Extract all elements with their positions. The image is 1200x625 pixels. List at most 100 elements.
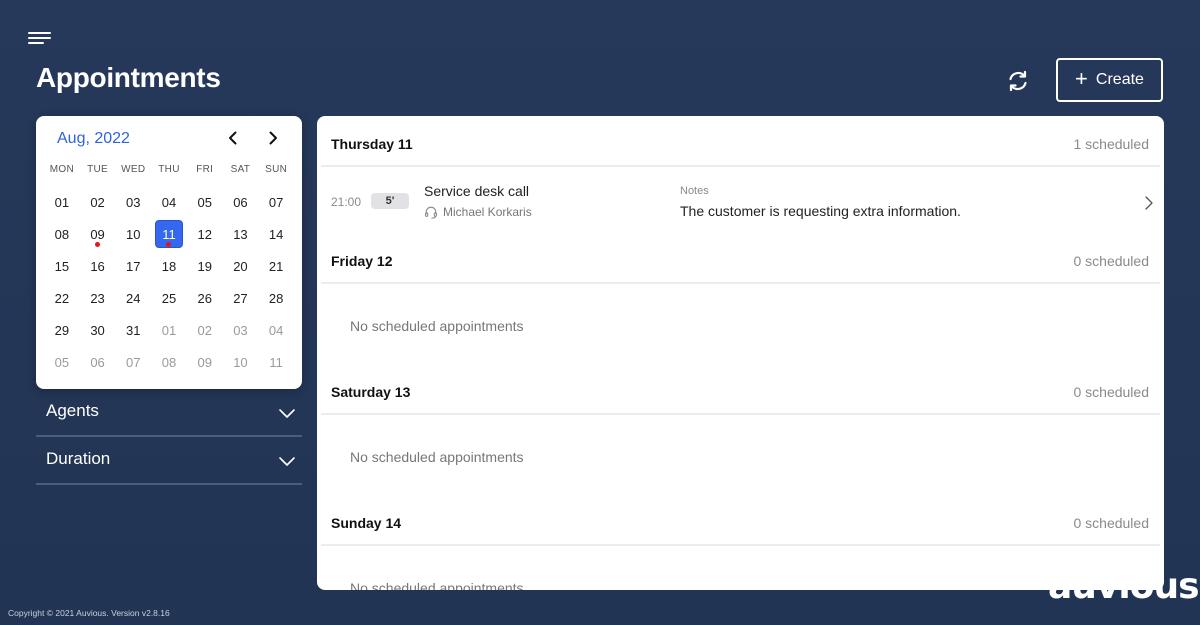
calendar-day[interactable]: 05 — [44, 346, 80, 378]
calendar-day[interactable]: 28 — [258, 282, 294, 314]
notes-label: Notes — [680, 185, 709, 197]
scheduled-count: 0 scheduled — [1073, 384, 1149, 400]
chevron-left-icon[interactable] — [223, 128, 243, 148]
calendar-day[interactable]: 08 — [44, 218, 80, 250]
calendar-day[interactable]: 09 — [80, 218, 116, 250]
empty-state: No scheduled appointments — [317, 415, 1164, 495]
calendar-day-number: 29 — [54, 322, 70, 338]
calendar-day-number: 12 — [197, 226, 212, 242]
calendar-day[interactable]: 04 — [258, 314, 294, 346]
calendar-day-number: 15 — [54, 258, 70, 274]
calendar-day[interactable]: 06 — [80, 346, 116, 378]
appointment-agent: Michael Korkaris — [424, 205, 532, 219]
calendar-day[interactable]: 11 — [258, 346, 294, 378]
calendar-day[interactable]: 01 — [151, 314, 187, 346]
calendar-day[interactable]: 31 — [115, 314, 151, 346]
refresh-icon[interactable] — [1006, 69, 1030, 93]
calendar-day[interactable]: 05 — [187, 186, 223, 218]
calendar-day-number: 02 — [197, 322, 212, 338]
calendar-day-number: 05 — [54, 354, 70, 370]
agent-name: Michael Korkaris — [443, 205, 532, 219]
calendar-day[interactable]: 02 — [80, 186, 116, 218]
calendar-day[interactable]: 07 — [258, 186, 294, 218]
calendar-day[interactable]: 29 — [44, 314, 80, 346]
calendar-day[interactable]: 03 — [223, 314, 259, 346]
calendar-day-number: 10 — [126, 226, 141, 242]
calendar-day[interactable]: 10 — [115, 218, 151, 250]
calendar-day-number: 04 — [268, 322, 284, 338]
calendar-day-number: 31 — [126, 322, 141, 338]
calendar-day[interactable]: 16 — [80, 250, 116, 282]
filter-duration[interactable]: Duration — [36, 437, 302, 485]
day-name: Saturday 13 — [331, 384, 411, 400]
calendar-day[interactable]: 23 — [80, 282, 116, 314]
calendar-day-number: 06 — [233, 194, 248, 210]
weekday-label: MON — [49, 164, 74, 175]
calendar-day[interactable]: 21 — [258, 250, 294, 282]
calendar-day[interactable]: 15 — [44, 250, 80, 282]
calendar-day-selected[interactable]: 11 — [151, 218, 187, 250]
appointment-time: 21:00 — [331, 195, 362, 209]
calendar-month-label[interactable]: Aug, 2022 — [57, 130, 130, 148]
calendar-day[interactable]: 20 — [223, 250, 259, 282]
plus-icon: + — [1075, 66, 1088, 91]
chevron-down-icon — [279, 457, 295, 466]
calendar-day-number: 17 — [126, 258, 141, 274]
calendar-day[interactable]: 06 — [223, 186, 259, 218]
calendar-day[interactable]: 09 — [187, 346, 223, 378]
calendar-day-number: 06 — [90, 354, 105, 370]
calendar-week: 05 06 07 08 09 10 11 — [44, 346, 294, 378]
calendar-day[interactable]: 03 — [115, 186, 151, 218]
day-name: Thursday 11 — [331, 136, 413, 152]
calendar-day[interactable]: 17 — [115, 250, 151, 282]
calendar-day[interactable]: 08 — [151, 346, 187, 378]
chevron-down-icon — [279, 409, 295, 418]
calendar-day[interactable]: 27 — [223, 282, 259, 314]
duration-badge: 5' — [371, 193, 409, 209]
calendar-day[interactable]: 04 — [151, 186, 187, 218]
chevron-right-icon[interactable] — [263, 128, 283, 148]
calendar-day-number: 13 — [233, 226, 248, 242]
calendar-day[interactable]: 18 — [151, 250, 187, 282]
calendar-day-number: 11 — [269, 354, 283, 370]
calendar-day[interactable]: 30 — [80, 314, 116, 346]
calendar-day[interactable]: 10 — [223, 346, 259, 378]
calendar-day[interactable]: 07 — [115, 346, 151, 378]
calendar-day[interactable]: 25 — [151, 282, 187, 314]
weekday-label: THU — [158, 164, 180, 175]
empty-message: No scheduled appointments — [350, 580, 524, 590]
day-name: Sunday 14 — [331, 515, 402, 531]
copyright-text: Copyright © 2021 Auvious. Version v2.8.1… — [8, 608, 170, 618]
empty-message: No scheduled appointments — [350, 318, 524, 334]
hamburger-menu-icon[interactable] — [28, 32, 52, 46]
calendar-day[interactable]: 13 — [223, 218, 259, 250]
calendar-day[interactable]: 12 — [187, 218, 223, 250]
calendar-day-number: 01 — [161, 322, 177, 338]
calendar-day-number: 26 — [197, 290, 212, 306]
empty-state: No scheduled appointments — [317, 546, 1164, 590]
calendar-day-number: 07 — [268, 194, 284, 210]
calendar-day[interactable]: 22 — [44, 282, 80, 314]
day-header: Sunday 14 0 scheduled — [321, 495, 1160, 546]
calendar-day-number: 03 — [233, 322, 248, 338]
scheduled-count: 1 scheduled — [1073, 136, 1149, 152]
create-button[interactable]: + Create — [1056, 58, 1163, 102]
calendar-day[interactable]: 19 — [187, 250, 223, 282]
appointment-row[interactable]: 21:00 5' Service desk call Michael Korka… — [317, 167, 1164, 233]
calendar-week: 15 16 17 18 19 20 21 — [44, 250, 294, 282]
calendar-day[interactable]: 01 — [44, 186, 80, 218]
weekday-label: SUN — [265, 164, 288, 175]
calendar-day-number: 24 — [126, 290, 141, 306]
weekday-label: TUE — [87, 164, 109, 175]
chevron-right-icon[interactable] — [1144, 195, 1154, 211]
calendar-day[interactable]: 24 — [115, 282, 151, 314]
calendar-day[interactable]: 02 — [187, 314, 223, 346]
day-header: Friday 12 0 scheduled — [321, 233, 1160, 284]
calendar-day[interactable]: 26 — [187, 282, 223, 314]
weekday-label: WED — [121, 164, 146, 175]
filter-duration-label: Duration — [46, 449, 111, 468]
calendar-day-number: 02 — [90, 194, 105, 210]
calendar-days: 01 02 03 04 05 06 07 08 09 10 11 12 13 14 15 16 17 18 19 20… — [44, 186, 294, 378]
calendar-day[interactable]: 14 — [258, 218, 294, 250]
filter-agents[interactable]: Agents — [36, 389, 302, 437]
